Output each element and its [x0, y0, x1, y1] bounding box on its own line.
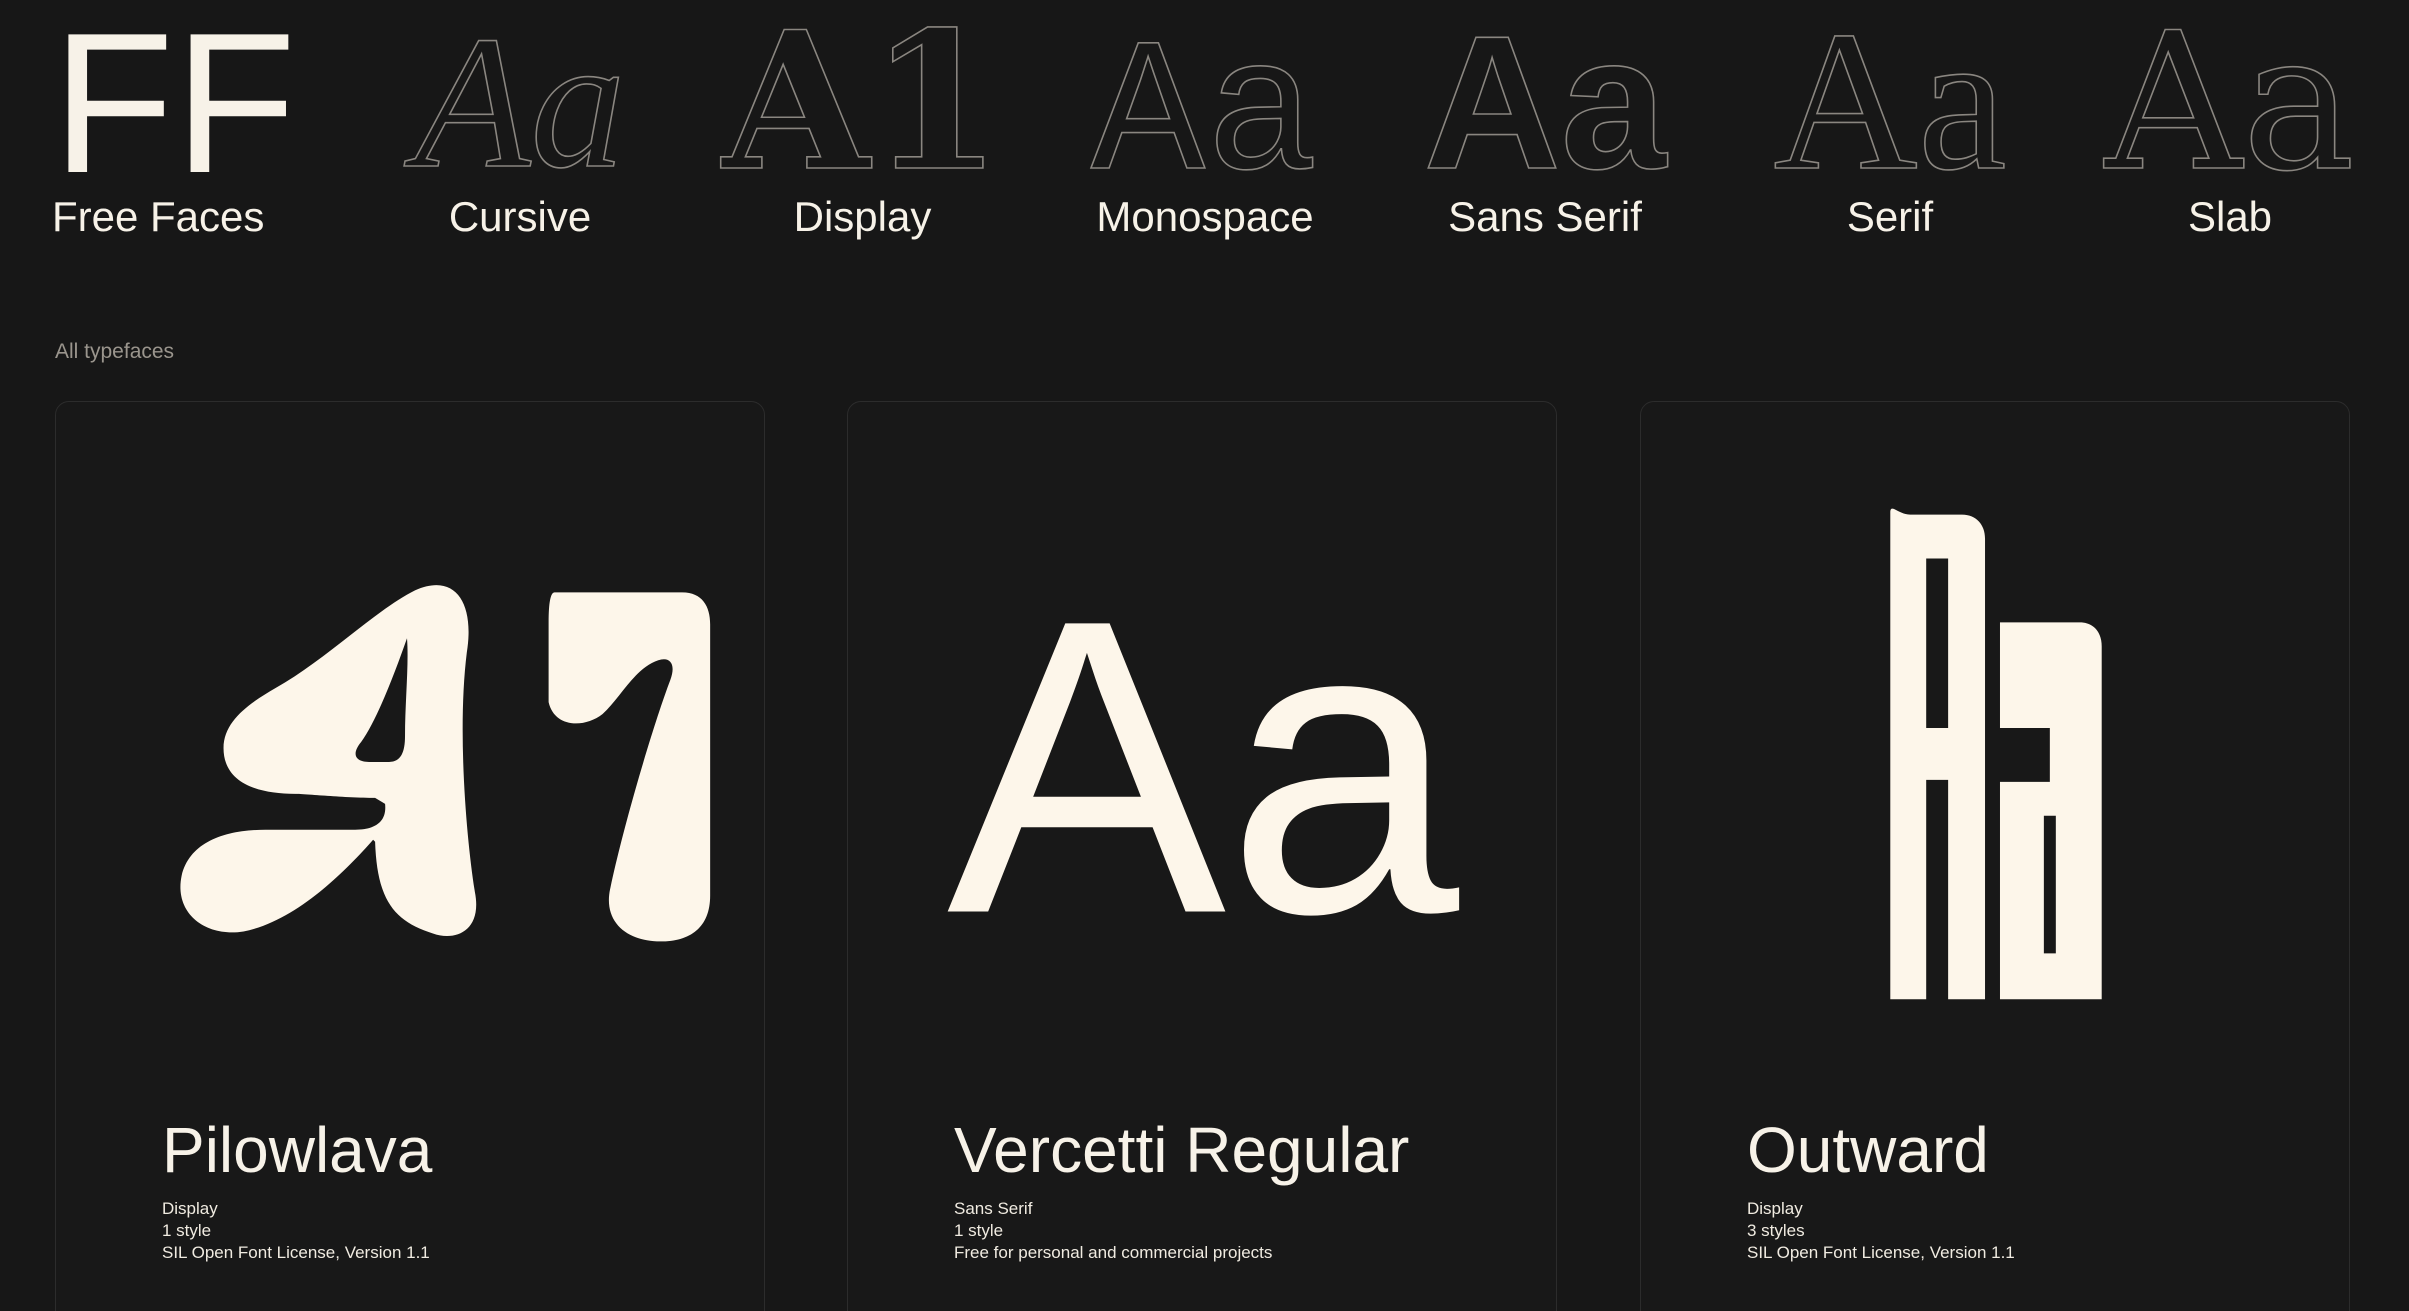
pilowlava-specimen-glyphs — [180, 585, 711, 942]
card-category: Display — [162, 1199, 218, 1218]
pilowlava-glyph-one — [548, 592, 711, 942]
sans-serif-glyph-text: Aa — [1424, 0, 1668, 209]
monospace-glyph: Aa — [1080, 10, 1330, 227]
specimen-vercetti: Aa — [848, 402, 1556, 1082]
section-label-all-typefaces: All typefaces — [55, 340, 175, 363]
category-nav: FF Free Faces Aa Cursive A1 Display Aa M… — [0, 0, 2409, 254]
brand-logo-link[interactable]: FF Free Faces — [52, 0, 296, 254]
outward-glyph-a — [1890, 508, 1986, 1000]
typeface-card-outward[interactable]: Outward Display 3 styles SIL Open Font L… — [1640, 401, 2350, 1311]
card-styles: 3 styles — [1747, 1221, 1805, 1240]
nav-item-slab[interactable]: Aa Slab — [2102, 0, 2356, 254]
cursive-glyph-text: Aa — [403, 0, 625, 208]
slab-glyph: Aa — [2102, 0, 2356, 214]
nav-label-cursive: Cursive — [448, 193, 592, 240]
card-category: Display — [1747, 1199, 1803, 1218]
brand-label: Free Faces — [52, 193, 265, 240]
card-meta: Display 3 styles SIL Open Font License, … — [1747, 1198, 2015, 1264]
card-license: SIL Open Font License, Version 1.1 — [162, 1243, 430, 1262]
typeface-card-pilowlava[interactable]: Pilowlava Display 1 style SIL Open Font … — [55, 401, 765, 1311]
card-license: Free for personal and commercial project… — [954, 1243, 1273, 1262]
brand-glyph: FF — [52, 0, 296, 215]
brand-glyph-text: FF — [52, 0, 296, 215]
page: FF Free Faces Aa Cursive A1 Display Aa M… — [0, 0, 2409, 1311]
typeface-card-vercetti-regular[interactable]: Aa Vercetti Regular Sans Serif 1 style F… — [847, 401, 1557, 1311]
serif-glyph-text: Aa — [1773, 0, 2006, 212]
nav-item-serif[interactable]: Aa Serif — [1765, 0, 2015, 254]
card-styles: 1 style — [162, 1221, 212, 1240]
card-category: Sans Serif — [954, 1199, 1033, 1218]
outward-specimen-glyphs — [1890, 508, 2102, 1000]
nav-label-slab: Slab — [2187, 193, 2273, 240]
nav-item-monospace[interactable]: Aa Monospace — [1080, 10, 1330, 254]
specimen-outward — [1641, 402, 2349, 1082]
nav-label-display: Display — [793, 193, 932, 240]
cursive-glyph: Aa — [390, 0, 650, 209]
specimen-pilowlava — [56, 402, 764, 1082]
nav-item-sans-serif[interactable]: Aa Sans Serif — [1420, 0, 1670, 254]
nav-label-serif: Serif — [1846, 193, 1934, 240]
pilowlava-glyph-a — [180, 585, 477, 936]
card-title: Outward — [1747, 1114, 1989, 1186]
vercetti-specimen-text: Aa — [947, 533, 1462, 1001]
slab-glyph-text: Aa — [2103, 0, 2356, 213]
nav-label-sans-serif: Sans Serif — [1448, 193, 1642, 240]
serif-glyph: Aa — [1765, 0, 2015, 213]
card-title: Pilowlava — [162, 1114, 433, 1186]
card-meta: Sans Serif 1 style Free for personal and… — [954, 1198, 1272, 1264]
nav-label-monospace: Monospace — [1096, 193, 1314, 240]
nav-item-display[interactable]: A1 Display — [719, 0, 1002, 254]
sans-serif-glyph: Aa — [1420, 0, 1670, 210]
card-title: Vercetti Regular — [954, 1114, 1410, 1186]
nav-item-cursive[interactable]: Aa Cursive — [390, 0, 650, 254]
card-license: SIL Open Font License, Version 1.1 — [1747, 1243, 2015, 1262]
display-glyph: A1 — [719, 0, 1002, 214]
outward-glyph-small-a — [1999, 622, 2102, 1000]
card-styles: 1 style — [954, 1221, 1004, 1240]
card-meta: Display 1 style SIL Open Font License, V… — [162, 1198, 430, 1264]
display-glyph-text: A1 — [720, 0, 1002, 213]
